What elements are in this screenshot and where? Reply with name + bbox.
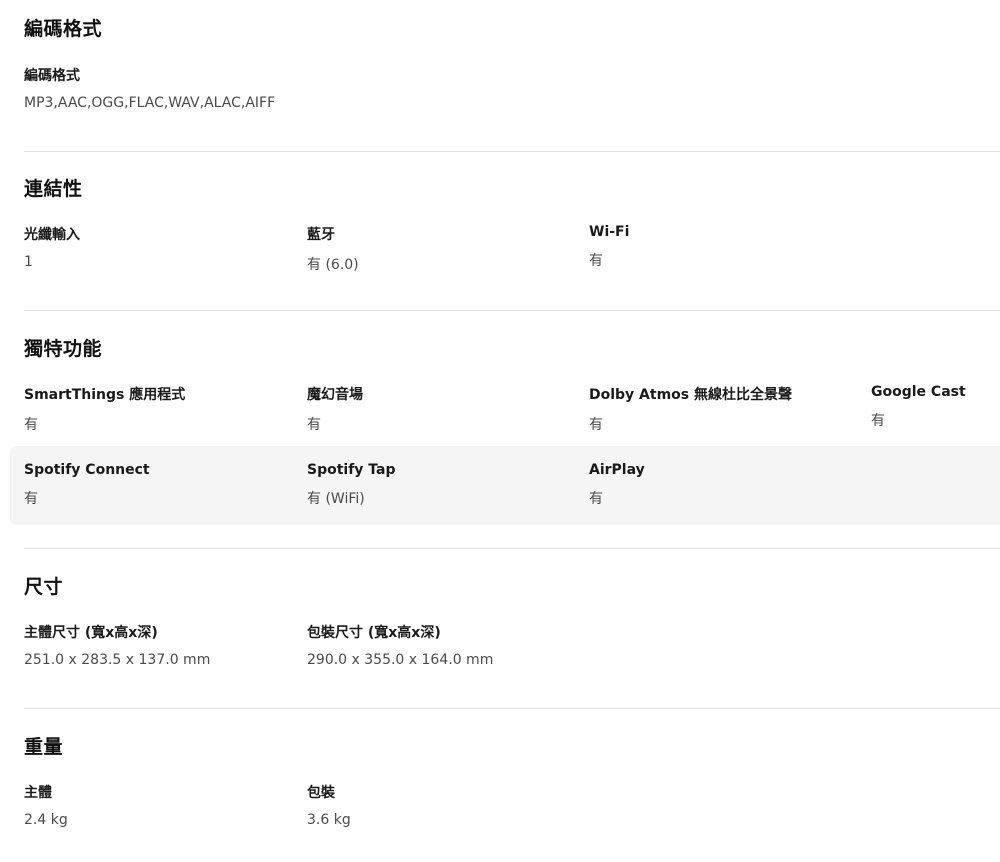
spec-smartthings: SmartThings 應用程式 有 — [24, 384, 294, 434]
spec-label: Spotify Connect — [24, 462, 150, 478]
spec-label: 藍牙 — [307, 227, 335, 243]
spec-value: 有 — [589, 417, 603, 433]
spec-value: 有 — [24, 417, 38, 433]
spec-value: 3.6 kg — [307, 812, 351, 828]
spec-label: SmartThings 應用程式 — [24, 387, 186, 403]
section-title-features: 獨特功能 — [24, 338, 103, 360]
spec-label: Spotify Tap — [307, 462, 396, 478]
spec-wifi: Wi-Fi 有 — [589, 224, 859, 270]
spec-magic-sound: 魔幻音場 有 — [307, 384, 577, 434]
section-divider — [24, 708, 1000, 709]
spec-value: 有 — [871, 413, 885, 429]
spec-label: 主體 — [24, 785, 52, 801]
spec-label: 編碼格式 — [24, 68, 80, 84]
spec-value: MP3,AAC,OGG,FLAC,WAV,ALAC,AIFF — [24, 95, 276, 111]
spec-label: AirPlay — [589, 462, 645, 478]
section-title-codec: 編碼格式 — [24, 18, 103, 40]
spec-bluetooth: 藍牙 有 (6.0) — [307, 224, 577, 274]
spec-google-cast: Google Cast 有 — [871, 384, 1000, 430]
spec-value: 有 (6.0) — [307, 257, 359, 273]
spec-spotify-tap: Spotify Tap 有 (WiFi) — [307, 462, 577, 508]
spec-label: 魔幻音場 — [307, 387, 363, 403]
spec-value: 2.4 kg — [24, 812, 68, 828]
spec-airplay: AirPlay 有 — [589, 462, 859, 508]
spec-label: 包裝尺寸 (寬x高x深) — [307, 625, 441, 641]
spec-value: 251.0 x 283.5 x 137.0 mm — [24, 652, 211, 668]
spec-value: 有 — [307, 417, 321, 433]
section-divider — [24, 151, 1000, 152]
spec-value: 有 — [589, 491, 603, 507]
spec-package-dimensions: 包裝尺寸 (寬x高x深) 290.0 x 355.0 x 164.0 mm — [307, 622, 577, 668]
spec-label: Dolby Atmos 無線杜比全景聲 — [589, 387, 792, 403]
spec-label: 光纖輸入 — [24, 227, 80, 243]
spec-value: 290.0 x 355.0 x 164.0 mm — [307, 652, 494, 668]
section-title-connectivity: 連結性 — [24, 178, 83, 200]
spec-label: Wi-Fi — [589, 224, 630, 240]
section-title-weight: 重量 — [24, 736, 64, 758]
spec-value: 有 — [589, 253, 603, 269]
spec-body-weight: 主體 2.4 kg — [24, 782, 294, 828]
section-divider — [24, 548, 1000, 549]
spec-dolby-atmos: Dolby Atmos 無線杜比全景聲 有 — [589, 384, 859, 434]
spec-spotify-connect: Spotify Connect 有 — [24, 462, 294, 508]
spec-label: 包裝 — [307, 785, 335, 801]
spec-package-weight: 包裝 3.6 kg — [307, 782, 577, 828]
spec-value: 有 — [24, 491, 38, 507]
spec-value: 有 (WiFi) — [307, 491, 365, 507]
spec-codec-format: 編碼格式 MP3,AAC,OGG,FLAC,WAV,ALAC,AIFF — [24, 65, 294, 111]
spec-body-dimensions: 主體尺寸 (寬x高x深) 251.0 x 283.5 x 137.0 mm — [24, 622, 294, 668]
spec-value: 1 — [24, 254, 33, 270]
section-divider — [24, 310, 1000, 311]
section-title-dimensions: 尺寸 — [24, 576, 64, 598]
spec-label: 主體尺寸 (寬x高x深) — [24, 625, 158, 641]
spec-optical-input: 光纖輸入 1 — [24, 224, 294, 270]
spec-label: Google Cast — [871, 384, 966, 400]
